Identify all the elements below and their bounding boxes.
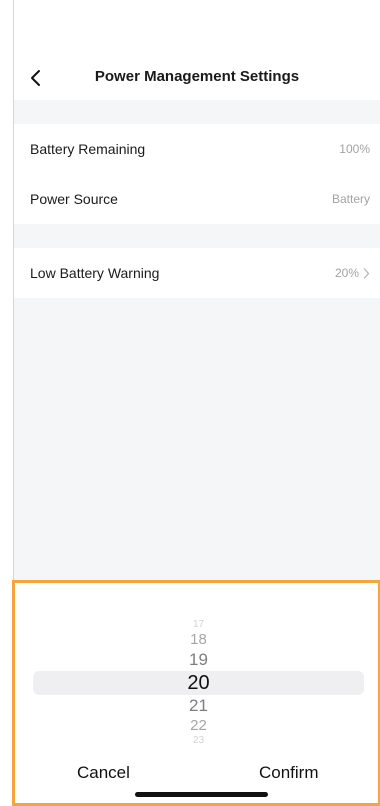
picker-sheet: 17 18 19 20 21 22 23 Cancel Confirm	[12, 580, 380, 806]
row-value: 20%	[334, 266, 359, 280]
home-indicator	[135, 792, 268, 797]
confirm-button[interactable]: Confirm	[259, 763, 319, 783]
percentage-picker[interactable]: 17 18 19 20 21 22 23	[33, 619, 364, 747]
nav-bar: Power Management Settings	[14, 56, 380, 100]
chevron-right-icon	[363, 267, 370, 279]
picker-actions: Cancel Confirm	[15, 763, 378, 793]
settings-content: Battery Remaining 100% Power Source Batt…	[14, 100, 380, 580]
page-title: Power Management Settings	[94, 68, 300, 85]
picker-option[interactable]: 19	[33, 650, 364, 670]
picker-selected-option[interactable]: 20	[33, 671, 364, 695]
cancel-button[interactable]: Cancel	[77, 763, 130, 783]
row-value-wrap: 20%	[335, 266, 370, 280]
row-label: Low Battery Warning	[30, 265, 160, 281]
row-power-source: Power Source Battery	[14, 174, 380, 224]
picker-option[interactable]: 23	[33, 735, 364, 747]
picker-option[interactable]: 18	[33, 631, 364, 649]
row-low-battery-warning[interactable]: Low Battery Warning 20%	[14, 248, 380, 298]
status-group: Battery Remaining 100% Power Source Batt…	[14, 124, 380, 224]
screen: Power Management Settings Battery Remain…	[0, 0, 380, 806]
row-value: 100%	[339, 142, 370, 156]
row-label: Battery Remaining	[30, 141, 146, 157]
row-label: Power Source	[30, 191, 118, 207]
warning-group: Low Battery Warning 20%	[14, 248, 380, 298]
picker-option[interactable]: 17	[33, 619, 364, 631]
row-value: Battery	[331, 192, 370, 206]
picker-option[interactable]: 22	[33, 717, 364, 735]
row-battery-remaining: Battery Remaining 100%	[14, 124, 380, 174]
picker-option[interactable]: 21	[33, 696, 364, 716]
